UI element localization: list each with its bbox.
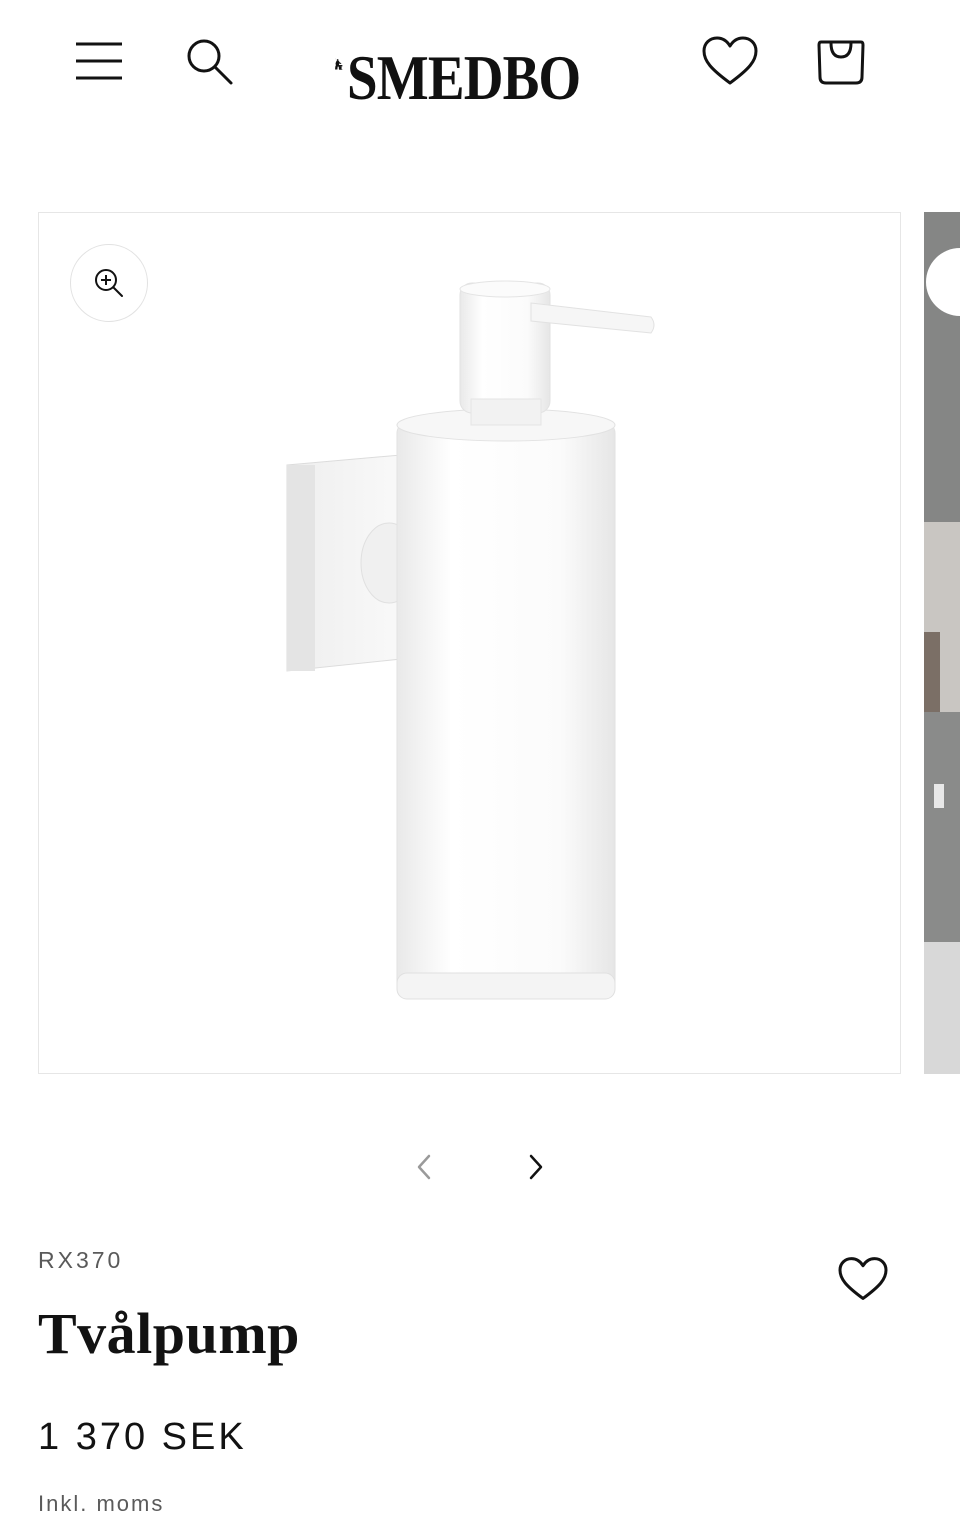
heart-icon	[702, 36, 758, 85]
product-sku: RX370	[38, 1247, 124, 1273]
product-title: Tvålpump	[38, 1301, 300, 1366]
wishlist-button[interactable]	[698, 30, 762, 92]
search-button[interactable]	[178, 30, 240, 92]
product-image-gallery[interactable]	[38, 212, 901, 1074]
product-price: 1 370 SEK	[38, 1416, 247, 1458]
search-icon	[187, 39, 233, 85]
hamburger-menu-icon	[76, 42, 122, 80]
shopping-bag-icon	[817, 40, 865, 85]
logo-wordmark: SMEDBO	[346, 42, 581, 113]
zoom-button[interactable]	[70, 244, 148, 322]
lifestyle-image	[924, 212, 960, 1074]
add-to-favorites-button[interactable]	[834, 1252, 892, 1306]
cart-button[interactable]	[810, 30, 872, 92]
zoom-in-icon	[95, 269, 123, 297]
heart-icon	[838, 1257, 888, 1300]
product-image	[286, 280, 655, 1000]
brand-logo[interactable]: ® SMEDBO	[334, 14, 618, 110]
blacksmith-logo-icon: ®	[335, 57, 343, 70]
slider-controls	[400, 1140, 560, 1194]
registered-mark: ®	[335, 57, 336, 60]
tax-note: Inkl. moms	[38, 1491, 165, 1516]
next-slide-preview[interactable]	[924, 212, 960, 1074]
site-header: ® SMEDBO	[0, 0, 960, 130]
chevron-left-icon	[417, 1154, 431, 1180]
chevron-right-icon	[529, 1154, 543, 1180]
previous-slide-button[interactable]	[400, 1140, 450, 1194]
next-slide-button[interactable]	[510, 1140, 560, 1194]
menu-button[interactable]	[68, 30, 130, 92]
